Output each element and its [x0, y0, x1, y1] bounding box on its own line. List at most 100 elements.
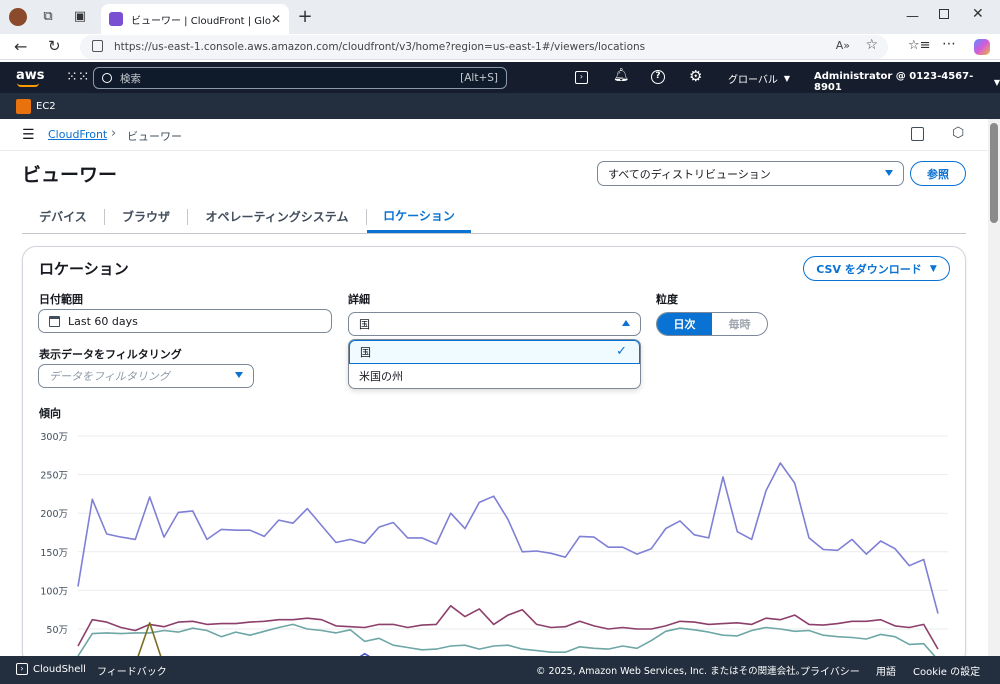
series-line-2[interactable] [77, 605, 939, 650]
detail-option-us-state[interactable]: 米国の州 [349, 364, 640, 388]
hamburger-menu-icon[interactable]: ☰ [22, 127, 35, 143]
search-input[interactable]: 検索 [Alt+S] [93, 67, 507, 89]
address-bar[interactable]: https://us-east-1.console.aws.amazon.com… [80, 35, 888, 59]
cloudshell-footer-button[interactable]: › CloudShell [16, 663, 86, 675]
favorites-bar: EC2 [0, 93, 1000, 119]
series-line-1[interactable] [77, 462, 939, 614]
ec2-service-icon[interactable] [16, 98, 31, 114]
console-footer: › CloudShell フィードバック © 2025, Amazon Web … [0, 656, 1000, 684]
url-text: https://us-east-1.console.aws.amazon.com… [114, 41, 646, 53]
terms-link[interactable]: 用語 [876, 663, 896, 678]
breadcrumb: ☰ CloudFront › ビューワー ⬡ [0, 119, 988, 151]
hexagon-settings-icon[interactable]: ⬡ [952, 125, 964, 141]
date-range-value: Last 60 days [68, 314, 138, 328]
caret-up-icon [622, 320, 630, 326]
detail-label: 詳細 [348, 293, 370, 306]
chevron-down-icon: ▼ [993, 77, 1000, 87]
close-tab-icon[interactable]: ✕ [271, 12, 281, 26]
read-aloud-icon[interactable]: A» [836, 39, 850, 52]
aws-logo[interactable]: aws [16, 68, 45, 83]
cloudshell-icon: › [16, 663, 28, 675]
distribution-select-value: すべてのディストリビューション [608, 167, 771, 181]
page-scrollbar[interactable] [988, 119, 1000, 656]
browser-tab-bar: ⧉ ▣ ビューワー | CloudFront | Global ✕ + — ✕ [0, 0, 1000, 34]
distribution-select[interactable]: すべてのディストリビューション [597, 161, 904, 186]
aws-console-header: aws ⁙⁙ 検索 [Alt+S] › 🔔︎ ? ⚙ グローバル ▼ Admin… [0, 62, 1000, 93]
option-label: 国 [360, 346, 371, 359]
filter-label: 表示データをフィルタリング [39, 348, 182, 361]
page-title: ビューワー [22, 164, 118, 186]
services-grid-icon[interactable]: ⁙⁙ [66, 69, 89, 85]
close-window-icon[interactable]: ✕ [972, 6, 984, 22]
date-range-picker[interactable]: Last 60 days [38, 309, 332, 333]
aws-logo-smile-icon [17, 83, 39, 87]
scrollbar-thumb[interactable] [990, 123, 998, 223]
viewer-tabs: デバイス ブラウザ オペレーティングシステム ロケーション [22, 200, 966, 234]
y-tick-label: 200万 [40, 509, 68, 520]
region-selector[interactable]: グローバル ▼ [728, 71, 790, 86]
favorites-list-icon[interactable]: ☆≡ [908, 38, 931, 53]
copilot-icon[interactable] [974, 39, 990, 55]
ec2-shortcut-label[interactable]: EC2 [36, 101, 56, 112]
checkmark-icon: ✓ [616, 344, 627, 359]
maximize-icon[interactable] [939, 9, 949, 19]
filter-select[interactable]: データをフィルタリング [38, 364, 254, 388]
privacy-link[interactable]: プライバシー [800, 663, 860, 678]
series-line-4[interactable] [78, 622, 938, 656]
card-title: ロケーション [39, 260, 129, 278]
feedback-link[interactable]: フィードバック [97, 663, 167, 678]
favorite-star-icon[interactable]: ☆ [865, 37, 878, 53]
trend-line-chart: 300万 250万 200万 150万 100万 50万 [40, 432, 948, 656]
panel-toggle-icon[interactable] [911, 127, 924, 141]
tab-operating-system[interactable]: オペレーティングシステム [187, 200, 366, 233]
account-menu[interactable]: Administrator @ 0123-4567-8901 ▼ [814, 71, 1000, 93]
y-tick-label: 50万 [46, 625, 68, 636]
collections-icon[interactable]: ⧉ [40, 8, 56, 24]
csv-download-label: CSV をダウンロード [816, 262, 922, 276]
help-icon[interactable]: ? [651, 70, 665, 84]
tab-location[interactable]: ロケーション [366, 200, 471, 233]
y-tick-label: 150万 [40, 548, 68, 559]
caret-down-icon: ▼ [929, 263, 937, 274]
cloudfront-favicon-icon [109, 12, 123, 26]
new-tab-icon[interactable]: + [296, 6, 314, 27]
granularity-daily[interactable]: 日次 [657, 313, 712, 335]
breadcrumb-link-cloudfront[interactable]: CloudFront [48, 128, 107, 141]
cookie-settings-link[interactable]: Cookie の設定 [913, 663, 980, 678]
tab-actions-icon[interactable]: ▣ [72, 8, 88, 24]
date-range-label: 日付範囲 [39, 293, 83, 306]
detail-dropdown-menu: 国 ✓ 米国の州 [348, 339, 641, 389]
settings-gear-icon[interactable]: ⚙ [689, 67, 702, 85]
account-label: Administrator @ 0123-4567-8901 [814, 71, 974, 93]
search-icon [102, 73, 112, 83]
tab-title: ビューワー | CloudFront | Global [131, 15, 271, 27]
cloudshell-icon[interactable]: › [575, 71, 588, 84]
breadcrumb-current: ビューワー [127, 130, 182, 143]
y-tick-label: 250万 [40, 471, 68, 482]
caret-down-icon [885, 169, 893, 176]
tab-browser[interactable]: ブラウザ [104, 200, 187, 233]
more-menu-icon[interactable]: ⋯ [942, 36, 956, 52]
detail-select-value: 国 [359, 318, 370, 331]
cloudshell-label: CloudShell [33, 663, 86, 675]
granularity-toggle: 日次 毎時 [656, 312, 768, 336]
browse-button[interactable]: 参照 [910, 161, 966, 186]
address-row: ← ↻ https://us-east-1.console.aws.amazon… [0, 34, 1000, 60]
filter-placeholder: データをフィルタリング [49, 370, 170, 383]
tab-device[interactable]: デバイス [22, 200, 104, 233]
back-icon[interactable]: ← [14, 37, 27, 56]
granularity-hourly[interactable]: 毎時 [712, 313, 767, 335]
detail-option-country[interactable]: 国 ✓ [349, 340, 640, 364]
minimize-icon[interactable]: — [906, 9, 919, 24]
search-shortcut: [Alt+S] [460, 72, 498, 84]
detail-select[interactable]: 国 [348, 312, 641, 336]
chevron-down-icon: ▼ [783, 74, 791, 83]
site-info-icon[interactable] [92, 40, 103, 52]
browser-tab[interactable]: ビューワー | CloudFront | Global ✕ [101, 4, 289, 34]
search-placeholder: 検索 [120, 72, 141, 85]
y-tick-label: 100万 [40, 586, 68, 597]
profile-avatar-icon[interactable] [9, 8, 27, 26]
csv-download-button[interactable]: CSV をダウンロード ▼ [803, 256, 950, 281]
notifications-bell-icon[interactable]: 🔔︎ [613, 68, 630, 83]
refresh-icon[interactable]: ↻ [48, 37, 61, 55]
